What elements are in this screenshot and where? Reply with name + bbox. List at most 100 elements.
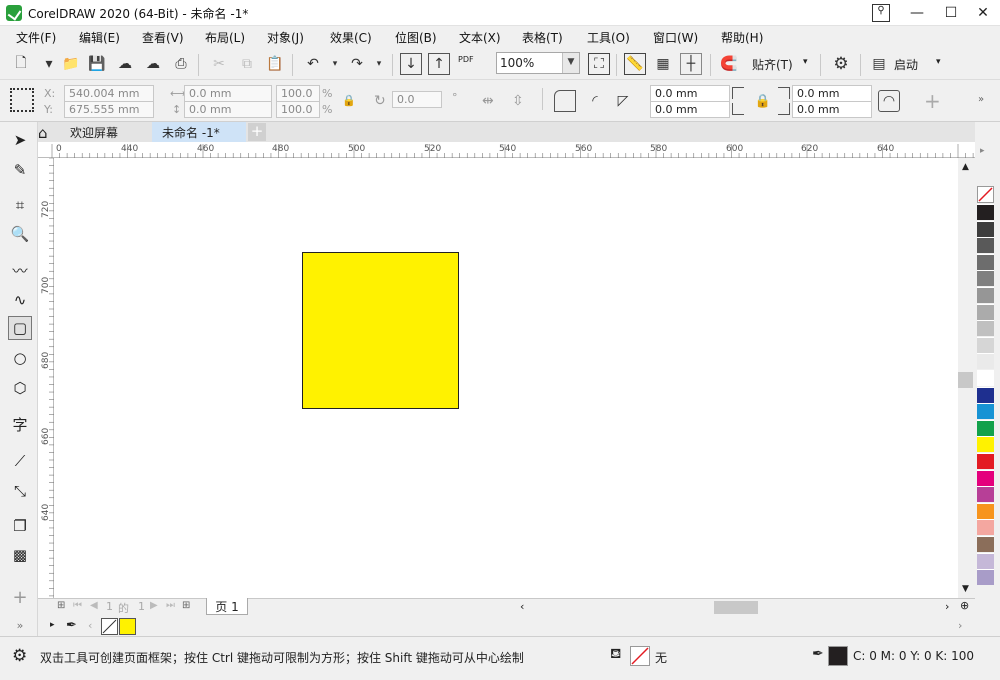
palette-color-swatch[interactable]	[977, 336, 994, 353]
horizontal-scroll-thumb[interactable]	[714, 601, 758, 614]
add-property-icon[interactable]: +	[924, 89, 941, 113]
palette-color-swatch[interactable]	[977, 353, 994, 370]
pick-tool-icon[interactable]: ➤	[8, 128, 32, 152]
palette-color-swatch[interactable]	[977, 469, 994, 486]
connector-tool-icon[interactable]: ⤡	[8, 479, 32, 503]
previous-page-icon[interactable]: ◀	[90, 600, 98, 611]
corner-radius-top-left[interactable]: 0.0 mm	[650, 85, 730, 102]
drawing-canvas[interactable]	[54, 158, 958, 598]
menu-view[interactable]: 查看(V)	[142, 29, 184, 46]
close-button[interactable]: ✕	[966, 0, 1000, 26]
doc-palette-scroll-left-icon[interactable]: ‹	[88, 619, 92, 632]
save-icon[interactable]: 💾	[86, 53, 108, 75]
zoom-navigator-icon[interactable]: ⊕	[960, 599, 969, 612]
palette-color-swatch[interactable]	[977, 303, 994, 320]
y-position-field[interactable]: 675.555 mm	[64, 101, 154, 118]
text-tool-icon[interactable]: 字	[8, 412, 32, 436]
palette-color-swatch[interactable]	[977, 270, 994, 287]
doc-no-color-swatch[interactable]	[101, 618, 118, 635]
palette-color-swatch[interactable]	[977, 287, 994, 303]
cut-icon[interactable]: ✂	[208, 53, 230, 75]
rectangle-tool-icon[interactable]: ▢	[8, 316, 32, 340]
doc-palette-scroll-right-icon[interactable]: ›	[958, 619, 962, 632]
doc-palette-menu-icon[interactable]: ▸	[50, 620, 55, 630]
scale-y-field[interactable]: 100.0	[276, 101, 320, 118]
copy-icon[interactable]: ⧉	[236, 53, 258, 75]
scroll-left-icon[interactable]: ‹	[520, 600, 524, 613]
mirror-horizontal-icon[interactable]: ⇹	[482, 93, 494, 109]
add-page-after-icon[interactable]: ⊞	[182, 600, 190, 611]
snap-dropdown-icon[interactable]: ▾	[803, 57, 808, 67]
toolbox-overflow-icon[interactable]: »	[8, 613, 32, 637]
new-from-template-icon[interactable]: ▾	[38, 53, 60, 75]
artistic-media-tool-icon[interactable]: ∿	[8, 288, 32, 312]
snap-to-menu[interactable]: 贴齐(T)	[752, 56, 793, 73]
ellipse-tool-icon[interactable]: ○	[8, 346, 32, 370]
scale-x-field[interactable]: 100.0	[276, 85, 320, 102]
user-account-icon[interactable]: ⚲	[872, 4, 890, 22]
object-origin-icon[interactable]	[10, 88, 34, 112]
redo-icon[interactable]: ↷	[346, 53, 368, 75]
palette-color-swatch[interactable]	[977, 220, 994, 237]
next-page-icon[interactable]: ▶	[150, 600, 158, 611]
zoom-dropdown-icon[interactable]: ▼	[562, 53, 579, 73]
menu-object[interactable]: 对象(J)	[267, 29, 304, 46]
palette-color-swatch[interactable]	[977, 502, 994, 519]
outline-color-indicator[interactable]	[828, 646, 848, 666]
add-tab-button[interactable]: +	[248, 123, 266, 141]
menu-help[interactable]: 帮助(H)	[721, 29, 763, 46]
corner-radius-bottom-left[interactable]: 0.0 mm	[650, 101, 730, 118]
polygon-tool-icon[interactable]: ⬡	[8, 376, 32, 400]
chamfered-corner-icon[interactable]: ◸	[612, 90, 634, 112]
height-field[interactable]: 0.0 mm	[184, 101, 272, 118]
lock-ratio-icon[interactable]: 🔒	[342, 94, 356, 107]
vertical-ruler[interactable]	[38, 158, 54, 598]
palette-color-swatch[interactable]	[977, 253, 994, 270]
menu-effects[interactable]: 效果(C)	[330, 29, 372, 46]
minimize-button[interactable]: —	[900, 0, 934, 26]
palette-color-swatch[interactable]	[977, 370, 994, 386]
freehand-tool-icon[interactable]: 〰	[8, 258, 32, 282]
lock-corners-icon[interactable]: 🔒	[752, 90, 774, 112]
launch-menu[interactable]: 启动	[894, 56, 918, 73]
width-field[interactable]: 0.0 mm	[184, 85, 272, 102]
menu-edit[interactable]: 编辑(E)	[79, 29, 120, 46]
menu-tools[interactable]: 工具(O)	[587, 29, 630, 46]
palette-color-swatch[interactable]	[977, 204, 994, 220]
undo-icon[interactable]: ↶	[302, 53, 324, 75]
scalloped-corner-icon[interactable]: ◜	[584, 90, 606, 112]
scroll-down-icon[interactable]: ▼	[962, 584, 969, 594]
new-document-icon[interactable]: 🗋	[10, 53, 32, 75]
cloud-upload-icon[interactable]: ☁	[142, 53, 164, 75]
palette-color-swatch[interactable]	[977, 419, 994, 436]
full-screen-icon[interactable]: ⛶	[588, 53, 610, 75]
scroll-up-icon[interactable]: ▲	[962, 162, 969, 172]
maximize-button[interactable]: ☐	[934, 0, 968, 26]
snap-off-icon[interactable]: 🧲	[718, 53, 740, 75]
yellow-rectangle-shape[interactable]	[302, 252, 459, 409]
x-position-field[interactable]: 540.004 mm	[64, 85, 154, 102]
options-gear-icon[interactable]: ⚙	[830, 53, 852, 75]
palette-color-swatch[interactable]	[977, 536, 994, 552]
palette-options-icon[interactable]: ▸	[980, 146, 985, 156]
scroll-right-icon[interactable]: ›	[945, 600, 949, 613]
add-tool-icon[interactable]: +	[8, 585, 32, 609]
no-color-swatch[interactable]	[977, 186, 994, 203]
menu-layout[interactable]: 布局(L)	[205, 29, 245, 46]
show-grid-icon[interactable]: ▦	[652, 53, 674, 75]
property-bar-overflow-icon[interactable]: »	[978, 94, 984, 105]
zoom-tool-icon[interactable]: 🔍	[8, 222, 32, 246]
palette-color-swatch[interactable]	[977, 519, 994, 536]
doc-yellow-swatch[interactable]	[119, 618, 136, 635]
status-settings-gear-icon[interactable]: ⚙	[12, 646, 27, 666]
palette-color-swatch[interactable]	[977, 386, 994, 403]
open-folder-icon[interactable]: 📁	[60, 53, 82, 75]
tab-document[interactable]: 未命名 -1*	[152, 122, 246, 142]
palette-color-swatch[interactable]	[977, 453, 994, 469]
round-corner-icon[interactable]	[554, 90, 576, 112]
show-guidelines-icon[interactable]: ┼	[680, 53, 702, 75]
print-icon[interactable]: ⎙	[170, 53, 192, 75]
tab-welcome-screen[interactable]: 欢迎屏幕	[60, 122, 152, 142]
palette-color-swatch[interactable]	[977, 486, 994, 503]
paste-icon[interactable]: 📋	[264, 53, 286, 75]
